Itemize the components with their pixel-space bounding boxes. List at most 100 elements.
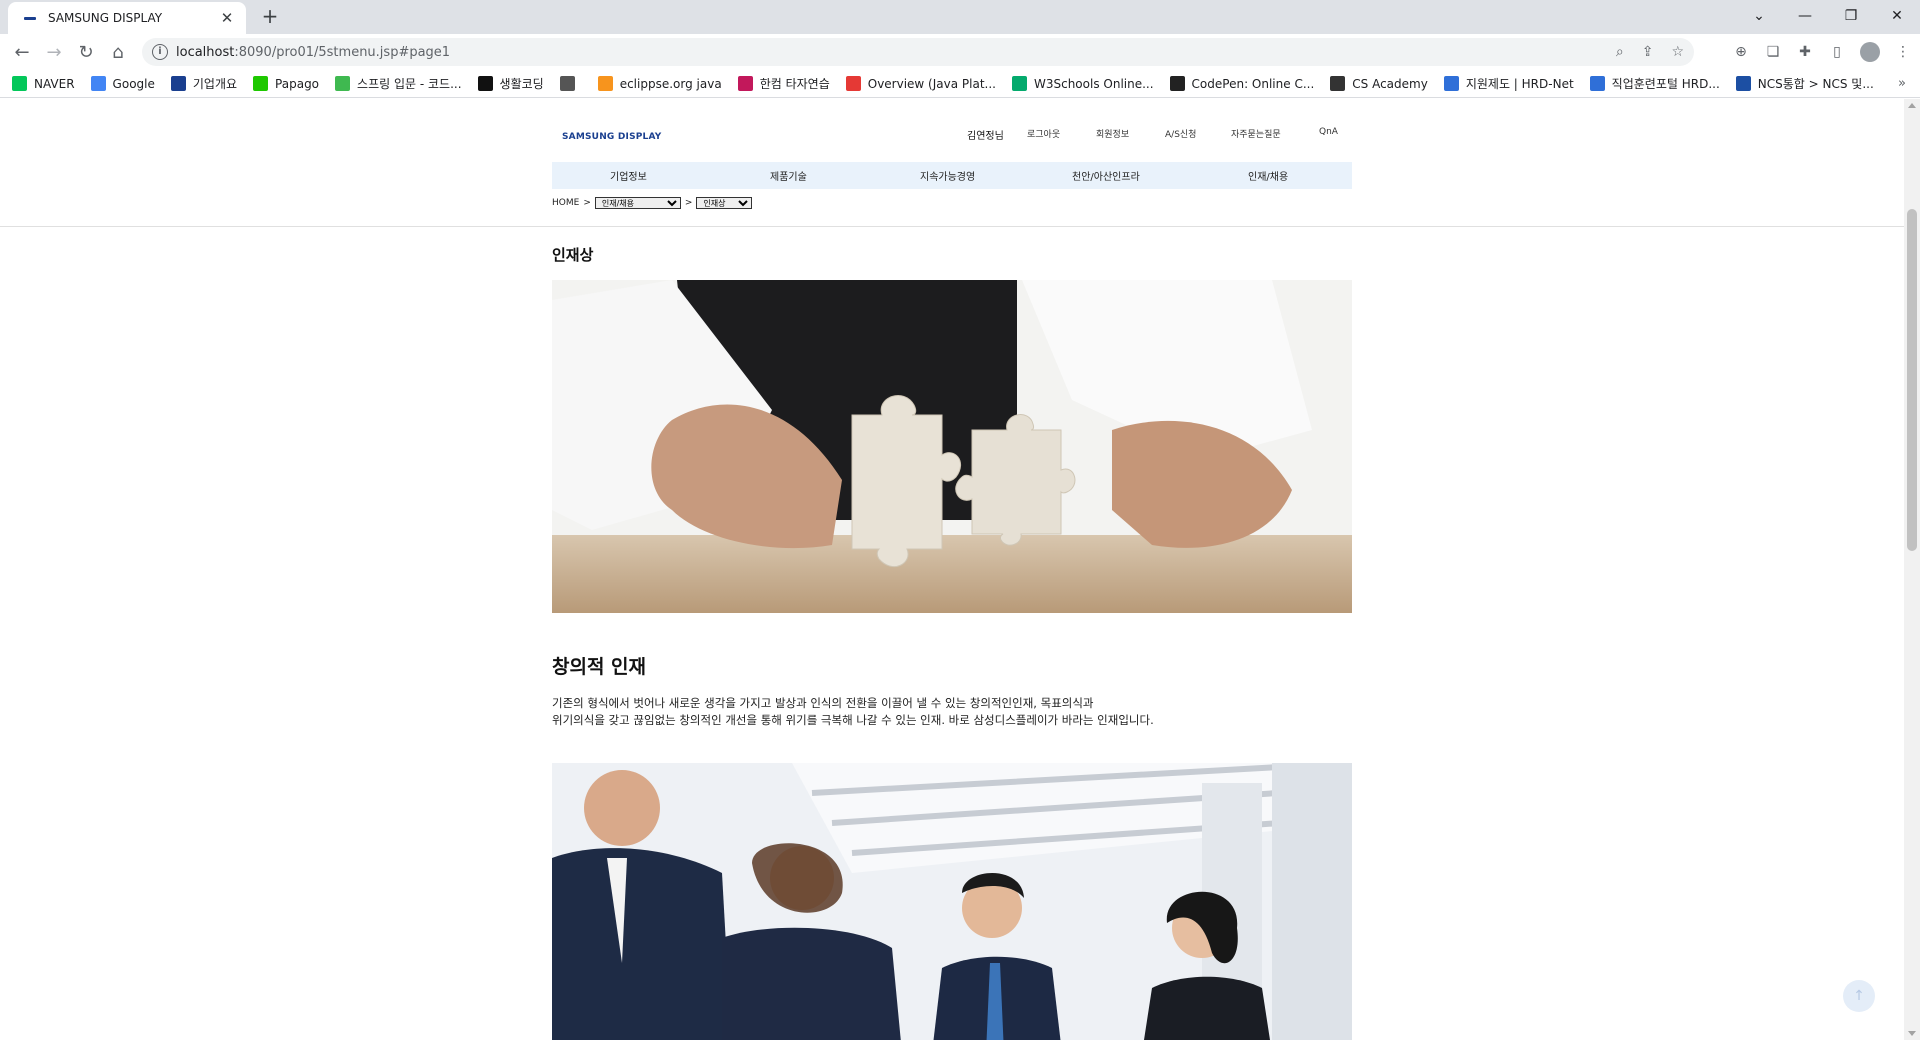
share-icon[interactable]: ⇪ (1642, 44, 1654, 60)
puzzle-illustration (552, 280, 1352, 613)
scroll-down-arrow-icon[interactable] (1908, 1031, 1916, 1036)
bookmark-label: CS Academy (1352, 76, 1428, 91)
puzzle-hands-image (552, 280, 1352, 613)
logout-link[interactable]: 로그아웃 (1027, 127, 1060, 140)
reload-icon[interactable]: ↻ (72, 38, 100, 66)
bookmark-favicon-icon (170, 76, 186, 91)
close-icon[interactable]: ✕ (218, 9, 236, 27)
nav-recruit[interactable]: 인재/채용 (1248, 168, 1288, 183)
as-request-link[interactable]: A/S신청 (1165, 127, 1196, 140)
nav-sustainability[interactable]: 지속가능경영 (920, 168, 975, 183)
bookmark-favicon-icon (845, 76, 861, 91)
back-arrow-icon[interactable]: ← (8, 38, 36, 66)
tab-title: SAMSUNG DISPLAY (48, 11, 163, 25)
restore-icon[interactable]: ❐ (1828, 0, 1874, 32)
bookmark-label: 생활코딩 (499, 77, 544, 91)
bookmark-item[interactable]: Overview (Java Plat... (845, 76, 996, 91)
extensions-puzzle-icon[interactable]: ✚ (1796, 43, 1814, 61)
more-bookmarks-icon[interactable]: » (1898, 76, 1906, 91)
nav-company-info[interactable]: 기업정보 (610, 168, 647, 183)
bookmark-item[interactable]: 한컴 타자연습 (737, 75, 830, 92)
home-icon[interactable]: ⌂ (104, 38, 132, 66)
main-nav: 기업정보 제품기술 지속가능경영 천안/아산인프라 인재/채용 (552, 162, 1352, 189)
bookmark-item[interactable]: CodePen: Online C... (1169, 76, 1314, 91)
bookmark-favicon-icon (335, 76, 351, 91)
bookmark-item[interactable]: 기업개요 (170, 75, 238, 92)
bookmark-favicon-icon (1735, 76, 1751, 91)
bookmark-item[interactable]: 직업훈련포털 HRD... (1589, 75, 1720, 92)
site-favicon-icon (22, 10, 38, 26)
bookmark-label: 한컴 타자연습 (759, 77, 830, 91)
forward-arrow-icon[interactable]: → (40, 38, 68, 66)
qna-link[interactable]: QnA (1319, 127, 1338, 137)
bookmark-favicon-icon (1589, 76, 1605, 91)
bookmark-star-icon[interactable]: ☆ (1671, 44, 1684, 60)
subcategory-select[interactable]: 인재상 (696, 197, 753, 209)
member-info-link[interactable]: 회원정보 (1096, 127, 1129, 140)
address-bar[interactable]: i localhost:8090/pro01/5stmenu.jsp#page1… (142, 38, 1694, 66)
bookmark-favicon-icon (477, 76, 493, 91)
page-scrollbar[interactable] (1904, 99, 1920, 1040)
category-select[interactable]: 인재/채용 (594, 197, 681, 209)
translate-extension-icon[interactable]: ⊕ (1732, 43, 1750, 61)
bookmark-item[interactable] (559, 76, 582, 91)
tab-search-icon[interactable]: ⌄ (1736, 0, 1782, 32)
bookmark-label: 기업개요 (192, 77, 238, 91)
bookmark-item[interactable]: eclippse.org java (597, 76, 722, 91)
site-info-icon[interactable]: i (152, 44, 168, 60)
bookmark-item[interactable]: 지원제도 | HRD-Net (1443, 75, 1574, 92)
nav-product-tech[interactable]: 제품기술 (770, 168, 807, 183)
bookmark-item[interactable]: NCS통합 > NCS 및... (1735, 75, 1874, 92)
bookmark-favicon-icon (1011, 76, 1027, 91)
bookmark-item[interactable]: 생활코딩 (477, 75, 544, 92)
new-tab-button[interactable]: + (258, 5, 282, 29)
bookmark-label: NAVER (34, 76, 75, 91)
breadcrumb-separator: > (583, 198, 591, 208)
scroll-up-arrow-icon[interactable] (1908, 103, 1916, 108)
site-logo[interactable]: SAMSUNG DISPLAY (562, 132, 662, 142)
bookmark-item[interactable]: W3Schools Online... (1011, 76, 1154, 91)
team-photo-image (552, 763, 1352, 1040)
menu-kebab-icon[interactable]: ⋮ (1894, 43, 1912, 61)
page-viewport: SAMSUNG DISPLAY 김연정님 로그아웃 회원정보 A/S신청 자주묻… (0, 99, 1904, 1040)
active-tab[interactable]: SAMSUNG DISPLAY ✕ (8, 2, 246, 34)
bookmark-label: 스프링 입문 - 코드... (357, 77, 462, 91)
url-text[interactable]: localhost:8090/pro01/5stmenu.jsp#page1 (176, 45, 450, 60)
bookmark-favicon-icon (253, 76, 269, 91)
zoom-icon[interactable]: ⌕ (1616, 44, 1624, 60)
bookmark-item[interactable]: 스프링 입문 - 코드... (335, 75, 462, 92)
bookmark-item[interactable]: NAVER (12, 76, 75, 91)
bookmark-favicon-icon (737, 76, 753, 91)
site-header: SAMSUNG DISPLAY 김연정님 로그아웃 회원정보 A/S신청 자주묻… (0, 99, 1904, 227)
bookmark-item[interactable]: CS Academy (1330, 76, 1428, 91)
bookmark-favicon-icon (1169, 76, 1185, 91)
toolbar-right: ⊕ ❏ ✚ ▯ ⋮ (1732, 38, 1912, 66)
bookmark-label: eclippse.org java (619, 76, 722, 91)
minimize-icon[interactable]: — (1782, 0, 1828, 32)
bookmark-label: W3Schools Online... (1033, 76, 1154, 91)
breadcrumb-separator: > (684, 198, 693, 208)
user-greeting: 김연정님 (967, 131, 1004, 142)
bookmark-item[interactable]: Papago (253, 76, 319, 91)
description-line: 기존의 형식에서 벗어나 새로운 생각을 가지고 발상과 인식의 전환을 이끌어… (552, 696, 1094, 710)
faq-link[interactable]: 자주묻는질문 (1231, 127, 1281, 140)
breadcrumb: HOME > 인재/채용 > 인재상 (552, 197, 756, 209)
bookmark-item[interactable]: Google (90, 76, 155, 91)
section-heading: 창의적 인재 (552, 656, 647, 678)
bookmark-label: Papago (275, 76, 320, 91)
breadcrumb-home[interactable]: HOME (552, 198, 579, 208)
scroll-to-top-button[interactable]: ↑ (1843, 980, 1875, 1012)
description-line: 위기의식을 갖고 끊임없는 창의적인 개선을 통해 위기를 극복해 나갈 수 있… (552, 713, 1154, 727)
omnibox-actions: ⌕ ⇪ ☆ (1616, 38, 1684, 66)
scroll-thumb[interactable] (1907, 209, 1917, 551)
bookmark-favicon-icon (597, 76, 613, 91)
nav-cheonan-asan[interactable]: 천안/아산인프라 (1072, 168, 1140, 183)
browser-toolbar: ← → ↻ ⌂ i localhost:8090/pro01/5stmenu.j… (0, 34, 1920, 70)
tabs-extension-icon[interactable]: ❏ (1764, 43, 1782, 61)
bookmark-favicon-icon (559, 76, 575, 91)
bookmark-label: Overview (Java Plat... (867, 76, 996, 91)
profile-avatar-icon[interactable] (1860, 42, 1880, 62)
tab-strip: SAMSUNG DISPLAY ✕ + ⌄ — ❐ ✕ (0, 0, 1920, 34)
side-panel-icon[interactable]: ▯ (1828, 43, 1846, 61)
window-close-icon[interactable]: ✕ (1874, 0, 1920, 32)
